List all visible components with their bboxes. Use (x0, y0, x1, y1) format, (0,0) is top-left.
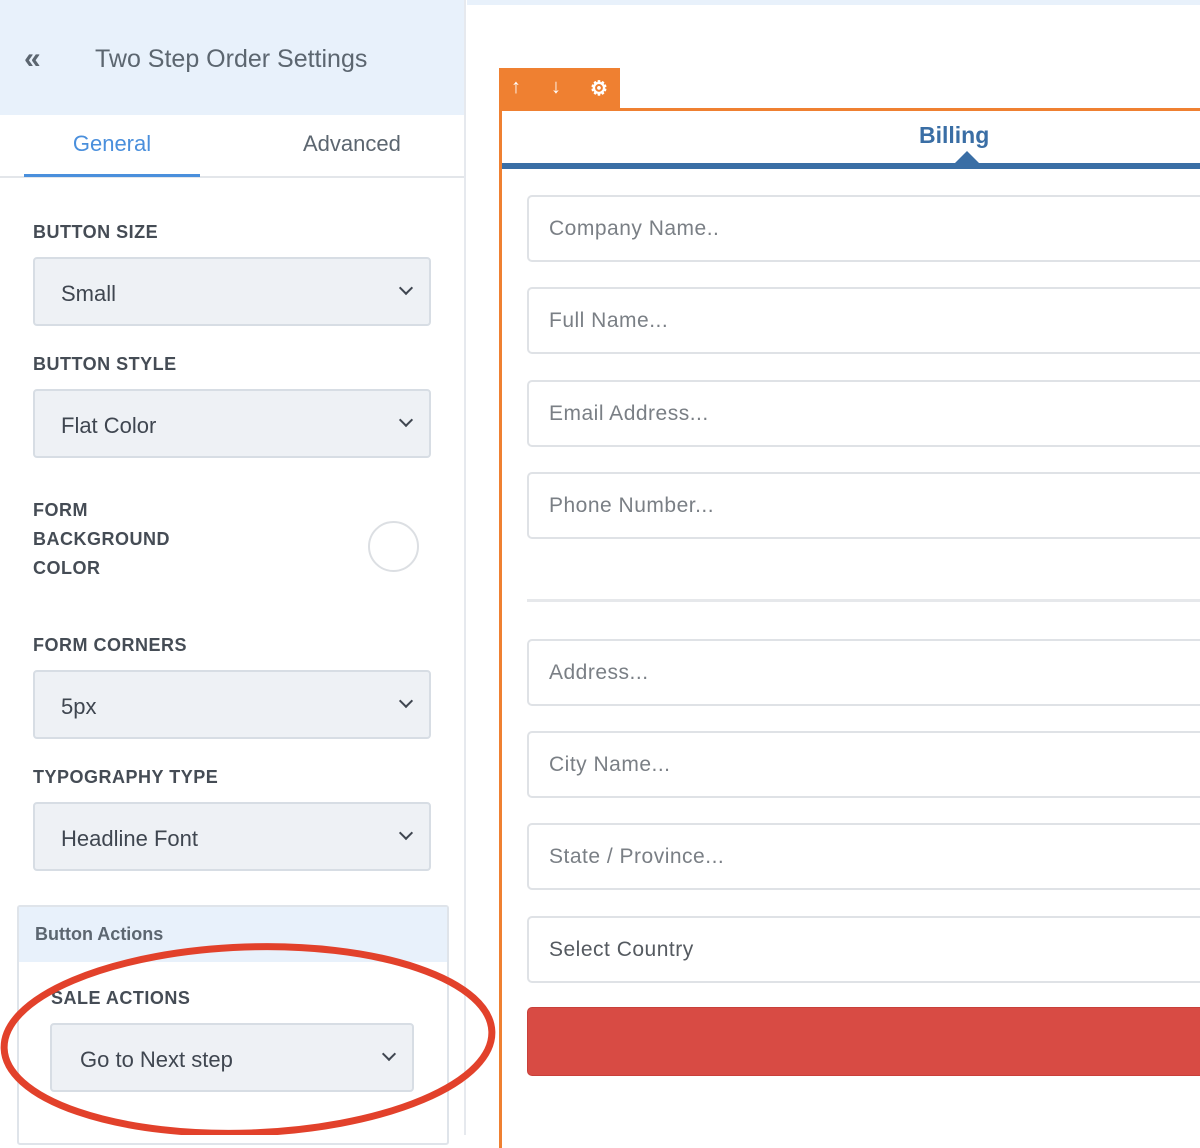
typography-select[interactable]: Headline Font (33, 802, 431, 871)
tab-underline (502, 163, 1200, 169)
chevron-down-icon (398, 412, 414, 428)
sale-actions-select[interactable]: Go to Next step (50, 1023, 414, 1092)
button-size-select[interactable]: Small (33, 257, 431, 326)
tab-general[interactable]: General (24, 131, 200, 177)
city-input[interactable]: City Name... (527, 731, 1200, 798)
form-corners-select[interactable]: 5px (33, 670, 431, 739)
selected-value: Go to Next step (80, 1047, 233, 1072)
form-corners-label: FORM CORNERS (33, 635, 187, 655)
section-title: Button Actions (19, 907, 447, 962)
collapse-icon[interactable]: « (24, 42, 41, 76)
chevron-down-icon (398, 693, 414, 709)
country-select[interactable]: Select Country (527, 916, 1200, 983)
tab-billing[interactable]: Billing (919, 122, 989, 149)
button-style-select[interactable]: Flat Color (33, 389, 431, 458)
full-name-input[interactable]: Full Name... (527, 287, 1200, 354)
move-up-icon[interactable]: ↑ (511, 76, 521, 99)
panel-title: Two Step Order Settings (95, 45, 368, 73)
selected-value: Flat Color (61, 413, 157, 438)
chevron-down-icon (398, 280, 414, 296)
typography-label: TYPOGRAPHY TYPE (33, 767, 219, 787)
selected-value: Headline Font (61, 826, 198, 851)
address-input[interactable]: Address... (527, 639, 1200, 706)
label-line: BACKGROUND (33, 529, 170, 549)
selected-element-frame (499, 108, 1200, 1148)
tab-bar: General Advanced (0, 115, 464, 178)
button-style-label: BUTTON STYLE (33, 354, 177, 374)
button-size-label: BUTTON SIZE (33, 222, 159, 242)
move-down-icon[interactable]: ↓ (551, 76, 561, 99)
label-line: FORM (33, 500, 88, 520)
form-preview: ↑ ↓ ⚙ Billing Company Name.. Full Name..… (467, 0, 1200, 1148)
phone-input[interactable]: Phone Number... (527, 472, 1200, 539)
tab-advanced[interactable]: Advanced (303, 131, 401, 157)
label-line: COLOR (33, 558, 101, 578)
email-input[interactable]: Email Address... (527, 380, 1200, 447)
settings-panel: « Two Step Order Settings General Advanc… (0, 0, 466, 1145)
element-toolbar: ↑ ↓ ⚙ (499, 68, 620, 110)
divider (527, 599, 1200, 602)
panel-header: « Two Step Order Settings (0, 0, 464, 115)
color-picker[interactable] (368, 521, 419, 572)
chevron-down-icon (381, 1046, 397, 1062)
selected-value: Small (61, 281, 117, 306)
sale-actions-label: SALE ACTIONS (51, 988, 191, 1008)
active-tab-indicator (955, 151, 979, 163)
chevron-down-icon (398, 825, 414, 841)
selected-value: 5px (61, 694, 97, 719)
gear-icon[interactable]: ⚙ (590, 76, 608, 101)
state-input[interactable]: State / Province... (527, 823, 1200, 890)
top-strip (467, 0, 1200, 5)
company-name-input[interactable]: Company Name.. (527, 195, 1200, 262)
submit-button[interactable] (527, 1007, 1200, 1076)
form-background-label: FORM BACKGROUND COLOR (33, 496, 170, 583)
